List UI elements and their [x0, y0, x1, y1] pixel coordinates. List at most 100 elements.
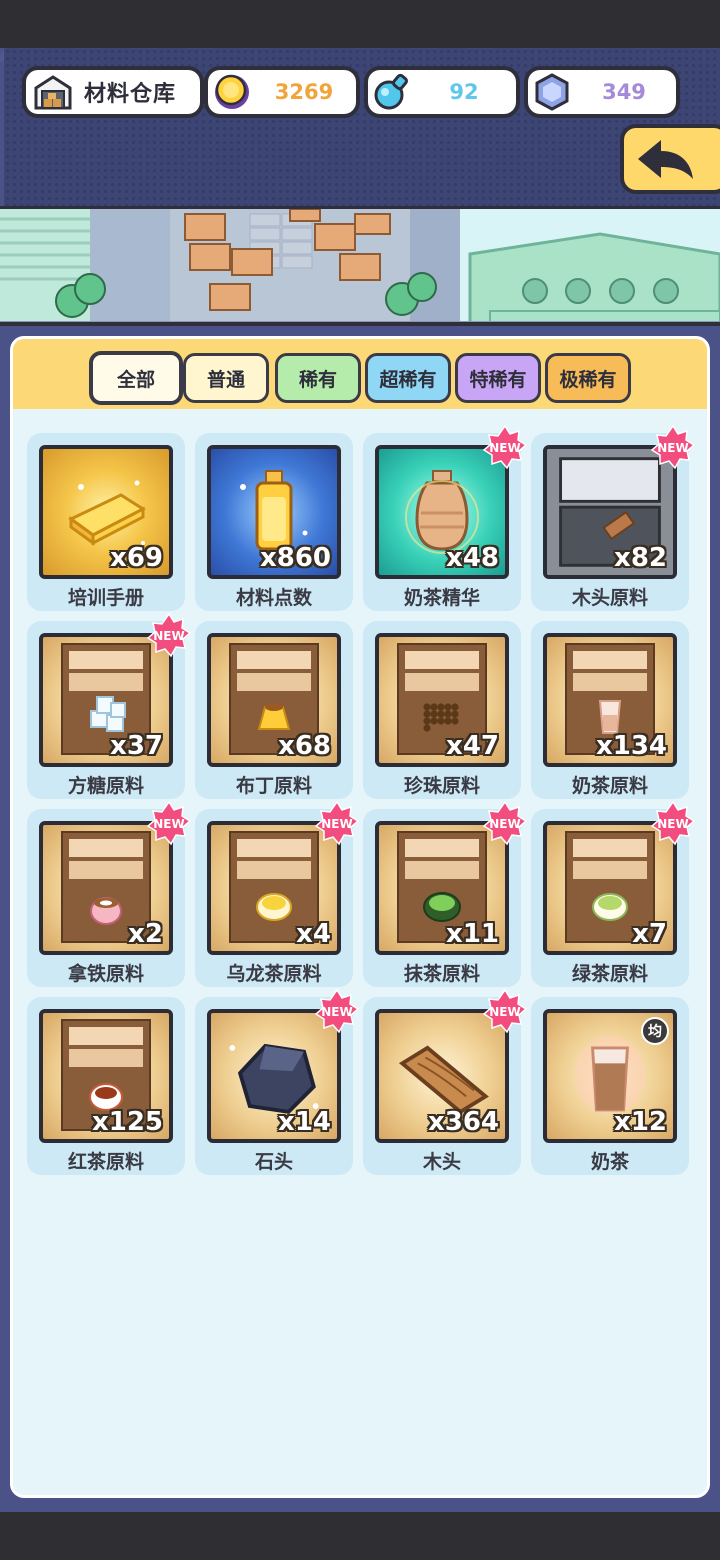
tab-special-rare[interactable]: 特稀有 [455, 353, 541, 403]
item-thumbnail: x125 [39, 1009, 173, 1143]
item-name: 奶茶原料 [571, 775, 648, 797]
tab-label: 超稀有 [379, 368, 437, 391]
new-badge: NEW [650, 800, 696, 846]
item-card[interactable]: x69 培训手册 [27, 433, 185, 611]
item-card[interactable]: x68 布丁原料 [195, 621, 353, 799]
tab-label: 特稀有 [469, 368, 527, 391]
item-name: 绿茶原料 [571, 963, 648, 985]
item-name: 抹茶原料 [403, 963, 480, 985]
tab-label: 全部 [116, 368, 155, 391]
item-count: x12 [614, 1107, 667, 1137]
potion-value: 92 [449, 80, 479, 104]
potion-icon [372, 72, 412, 112]
item-card[interactable]: x12 均奶茶 [531, 997, 689, 1175]
avg-badge: 均 [641, 1017, 669, 1045]
item-count: x2 [128, 919, 163, 949]
new-badge: NEW [314, 988, 360, 1034]
item-card[interactable]: x47 珍珠原料 [363, 621, 521, 799]
status-bar [0, 0, 720, 48]
item-name: 方糖原料 [67, 775, 144, 797]
new-badge: NEW [482, 800, 528, 846]
item-name: 木头原料 [571, 587, 648, 609]
page-title: 材料仓库 [84, 82, 177, 107]
item-count: x68 [278, 731, 331, 761]
title-pill: 材料仓库 [22, 66, 204, 118]
item-count: x364 [427, 1107, 499, 1137]
tab-label: 极稀有 [559, 368, 617, 391]
item-count: x125 [91, 1107, 163, 1137]
item-thumbnail: x12 均 [543, 1009, 677, 1143]
item-card[interactable]: x82 木头原料 NEW [531, 424, 696, 611]
back-button[interactable] [620, 124, 720, 194]
item-card[interactable]: x125 红茶原料 [27, 997, 185, 1175]
item-name: 木头 [422, 1151, 461, 1173]
svg-text:NEW: NEW [489, 817, 520, 831]
item-card[interactable]: x134 奶茶原料 [531, 621, 689, 799]
item-count: x11 [446, 919, 499, 949]
item-name: 布丁原料 [235, 775, 312, 797]
navigation-bar [0, 1512, 720, 1560]
item-count: x69 [110, 543, 163, 573]
potion-counter[interactable]: 92 [364, 66, 520, 118]
inventory-panel: 全部 普通 稀有 超稀有 特稀有 极稀有 x69 培训手册 x860 材料点数 x48 奶… [10, 336, 710, 1498]
item-count: x82 [614, 543, 667, 573]
back-arrow-icon [638, 140, 693, 179]
item-name: 奶茶 [590, 1151, 629, 1173]
tab-label: 稀有 [298, 368, 337, 391]
gem-counter[interactable]: 349 [524, 66, 680, 118]
item-count: x860 [259, 543, 331, 573]
gold-coin-icon [212, 72, 252, 112]
gem-icon [532, 72, 572, 112]
svg-text:NEW: NEW [321, 1005, 352, 1019]
item-count: x7 [632, 919, 667, 949]
item-name: 培训手册 [67, 587, 144, 609]
tab-label: 普通 [206, 368, 245, 391]
gold-counter[interactable]: 3269 [204, 66, 360, 118]
svg-text:NEW: NEW [321, 817, 352, 831]
item-count: x4 [296, 919, 331, 949]
svg-text:NEW: NEW [657, 817, 688, 831]
tab-all[interactable]: 全部 [89, 351, 183, 405]
new-badge: NEW [314, 800, 360, 846]
item-name: 奶茶精华 [403, 587, 480, 609]
new-badge: NEW [146, 612, 192, 658]
tab-rare[interactable]: 稀有 [275, 353, 361, 403]
new-badge: NEW [146, 800, 192, 846]
item-thumbnail: x134 [543, 633, 677, 767]
item-card[interactable]: x37 方糖原料 NEW [27, 612, 192, 799]
item-card[interactable]: x14 石头 NEW [195, 988, 360, 1175]
svg-text:NEW: NEW [489, 441, 520, 455]
item-count: x48 [446, 543, 499, 573]
item-thumbnail: x68 [207, 633, 341, 767]
item-thumbnail: x860 [207, 445, 341, 579]
gold-value: 3269 [274, 80, 334, 104]
svg-text:NEW: NEW [153, 817, 184, 831]
item-name: 拿铁原料 [67, 963, 144, 985]
item-card[interactable]: x364 木头 NEW [363, 988, 528, 1175]
warehouse-scene [0, 206, 720, 326]
item-thumbnail: x69 [39, 445, 173, 579]
svg-text:NEW: NEW [657, 441, 688, 455]
gem-value: 349 [602, 80, 646, 104]
item-name: 红茶原料 [67, 1151, 144, 1173]
item-card[interactable]: x4 乌龙茶原料 NEW [195, 800, 360, 987]
tab-super-rare[interactable]: 超稀有 [365, 353, 451, 403]
new-badge: NEW [650, 424, 696, 470]
item-card[interactable]: x860 材料点数 [195, 433, 353, 611]
item-name: 石头 [254, 1151, 293, 1173]
item-name: 珍珠原料 [403, 775, 480, 797]
item-card[interactable]: x7 绿茶原料 NEW [531, 800, 696, 987]
new-badge: NEW [482, 424, 528, 470]
item-count: x37 [110, 731, 163, 761]
item-thumbnail: x47 [375, 633, 509, 767]
tab-common[interactable]: 普通 [183, 353, 269, 403]
svg-text:NEW: NEW [153, 629, 184, 643]
tab-ultra-rare[interactable]: 极稀有 [545, 353, 631, 403]
item-count: x14 [278, 1107, 331, 1137]
item-name: 乌龙茶原料 [226, 963, 322, 985]
item-count: x134 [595, 731, 667, 761]
item-card[interactable]: x48 奶茶精华 NEW [363, 424, 528, 611]
item-count: x47 [446, 731, 499, 761]
item-card[interactable]: x2 拿铁原料 NEW [27, 800, 192, 987]
item-card[interactable]: x11 抹茶原料 NEW [363, 800, 528, 987]
